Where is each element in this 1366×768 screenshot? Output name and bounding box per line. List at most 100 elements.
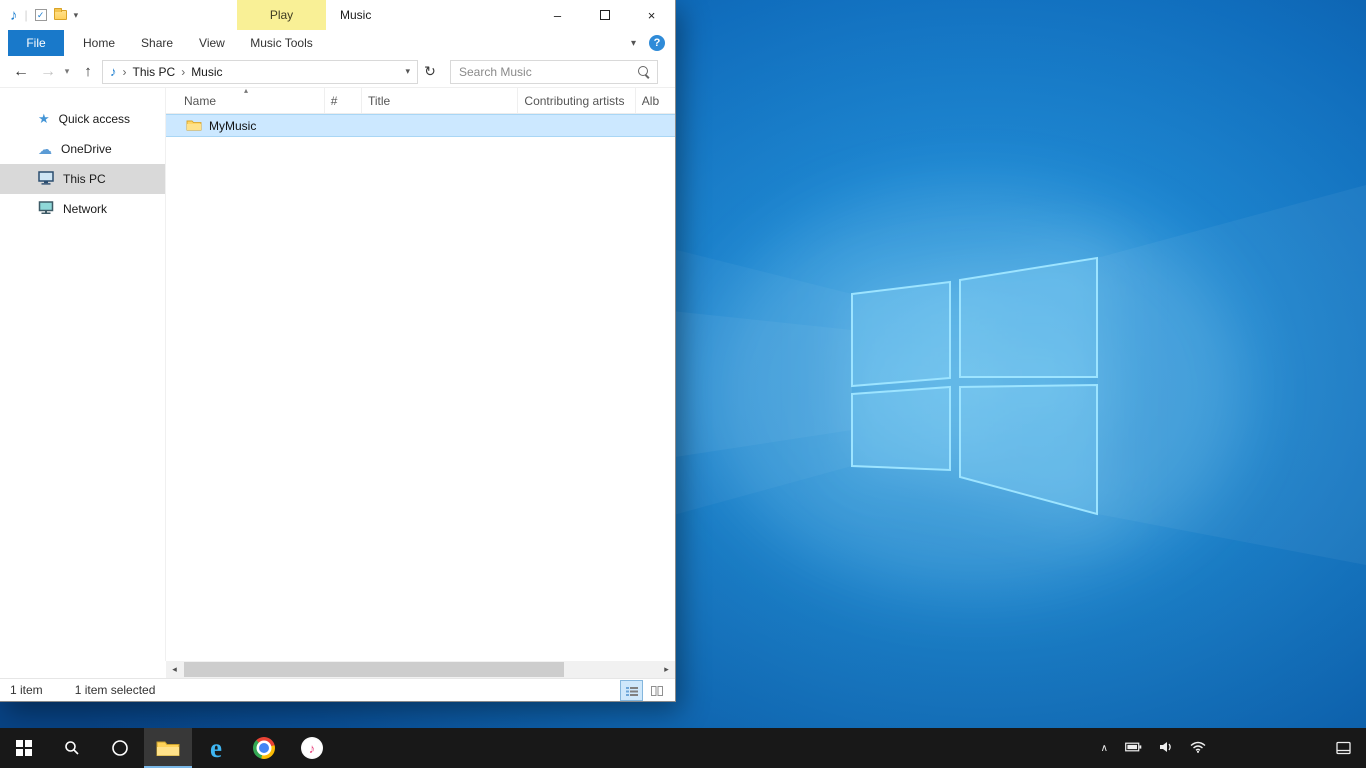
taskbar-chrome-button[interactable] [240, 728, 288, 768]
back-button[interactable]: ← [6, 63, 36, 81]
sidebar-item-label: This PC [63, 172, 106, 186]
folder-icon [186, 118, 202, 134]
taskbar-internet-explorer-button[interactable]: e [192, 728, 240, 768]
search-input[interactable] [451, 65, 637, 79]
scrollbar-thumb[interactable] [184, 662, 564, 677]
large-icons-view-button[interactable] [646, 681, 667, 700]
collapse-ribbon-chevron-icon[interactable]: ▾ [631, 38, 636, 49]
new-folder-button[interactable] [54, 10, 67, 20]
ribbon-tabs: File Home Share View Music Tools ▾ ? [0, 30, 675, 56]
network-icon [38, 201, 54, 218]
recent-locations-chevron-icon[interactable]: ▾ [60, 66, 74, 77]
computer-icon [38, 171, 54, 188]
breadcrumb-chevron-icon: › [120, 65, 130, 79]
tab-music-tools[interactable]: Music Tools [237, 30, 326, 56]
scroll-left-arrow[interactable]: ◂ [166, 661, 183, 678]
main-area: ★ Quick access ☁ OneDrive This PC Networ… [0, 88, 675, 661]
file-explorer-icon [156, 739, 180, 757]
cortana-circle-icon [111, 739, 129, 757]
search-icon [64, 740, 80, 756]
cortana-button[interactable] [96, 728, 144, 768]
file-name: MyMusic [209, 119, 256, 133]
onedrive-cloud-icon: ☁ [38, 141, 52, 158]
address-bar[interactable]: ♪ › This PC › Music ▾ [102, 60, 418, 84]
taskbar-file-explorer-button[interactable] [144, 728, 192, 768]
breadcrumb-this-pc[interactable]: This PC [130, 65, 179, 79]
details-view-button[interactable] [621, 681, 642, 700]
help-button[interactable]: ? [649, 35, 665, 51]
file-row-mymusic[interactable]: MyMusic [166, 114, 675, 137]
tab-file[interactable]: File [8, 30, 64, 56]
check-icon: ✓ [37, 11, 45, 20]
quick-access-star-icon: ★ [38, 111, 50, 127]
view-toggles [621, 679, 667, 702]
sidebar-item-onedrive[interactable]: ☁ OneDrive [0, 134, 165, 164]
minimize-button[interactable]: – [534, 0, 581, 30]
ribbon-right-controls: ▾ ? [631, 30, 665, 56]
tab-view[interactable]: View [186, 30, 238, 56]
tab-share[interactable]: Share [128, 30, 186, 56]
column-header-contributing-artists[interactable]: Contributing artists [518, 88, 635, 113]
qat-separator: | [25, 8, 28, 22]
breadcrumb-music[interactable]: Music [188, 65, 225, 79]
item-count: 1 item [10, 683, 43, 697]
window-controls: – × [534, 0, 675, 30]
status-bar: 1 item 1 item selected [0, 678, 675, 701]
column-header-title[interactable]: Title [362, 88, 518, 113]
quick-access-toolbar: ♪ | ✓ ▾ [10, 0, 78, 30]
file-explorer-window: ♪ | ✓ ▾ Play Music – × File Home Share V… [0, 0, 675, 701]
scroll-right-arrow[interactable]: ▸ [658, 661, 675, 678]
qat-dropdown-chevron-icon[interactable]: ▾ [74, 10, 79, 21]
system-tray: ∧ [1101, 728, 1206, 768]
network-wifi-icon[interactable] [1190, 741, 1206, 756]
help-icon: ? [654, 37, 661, 49]
navigation-pane: ★ Quick access ☁ OneDrive This PC Networ… [0, 88, 166, 661]
sidebar-item-quick-access[interactable]: ★ Quick access [0, 104, 165, 134]
taskbar: e ♪ ∧ [0, 728, 1366, 768]
taskbar-itunes-button[interactable]: ♪ [288, 728, 336, 768]
taskbar-search-button[interactable] [48, 728, 96, 768]
sidebar-item-label: Quick access [59, 112, 130, 126]
itunes-icon: ♪ [301, 737, 323, 759]
properties-button[interactable]: ✓ [35, 9, 47, 21]
title-bar: ♪ | ✓ ▾ Play Music – × [0, 0, 675, 30]
file-list-area: ▴ Name # Title Contributing artists Alb … [166, 88, 675, 661]
sidebar-item-label: OneDrive [61, 142, 112, 156]
windows-logo-icon [16, 740, 32, 756]
column-header-number[interactable]: # [325, 88, 362, 113]
window-title: Music [340, 0, 371, 30]
music-note-icon: ♪ [309, 741, 316, 756]
up-button[interactable]: ↑ [74, 63, 102, 80]
internet-explorer-icon: e [210, 735, 222, 762]
horizontal-scrollbar[interactable]: ◂ ▸ [166, 661, 675, 678]
battery-icon[interactable] [1125, 741, 1142, 755]
maximize-icon [600, 10, 610, 20]
breadcrumb-chevron-icon: › [178, 65, 188, 79]
address-toolbar: ← → ▾ ↑ ♪ › This PC › Music ▾ ↻ [0, 56, 675, 88]
sidebar-item-this-pc[interactable]: This PC [0, 164, 165, 194]
action-center-icon [1336, 741, 1352, 755]
volume-icon[interactable] [1159, 741, 1173, 756]
sidebar-item-network[interactable]: Network [0, 194, 165, 224]
contextual-group-play: Play [237, 0, 326, 30]
music-app-icon: ♪ [10, 7, 18, 24]
search-icon[interactable] [637, 65, 651, 79]
column-header-album[interactable]: Alb [636, 88, 675, 113]
maximize-button[interactable] [581, 0, 628, 30]
start-button[interactable] [0, 728, 48, 768]
ribbon-tab-strip: Home Share View [70, 30, 238, 56]
minimize-icon: – [554, 8, 561, 23]
address-music-icon: ♪ [110, 64, 117, 79]
sidebar-item-label: Network [63, 202, 107, 216]
close-button[interactable]: × [628, 0, 675, 30]
sort-ascending-icon: ▴ [244, 88, 248, 95]
forward-button[interactable]: → [36, 63, 60, 81]
close-icon: × [648, 8, 656, 23]
tab-home[interactable]: Home [70, 30, 128, 56]
show-hidden-icons-button[interactable]: ∧ [1101, 743, 1108, 754]
address-dropdown-chevron-icon[interactable]: ▾ [402, 66, 413, 77]
action-center-button[interactable] [1336, 728, 1352, 768]
column-headers: ▴ Name # Title Contributing artists Alb [166, 88, 675, 114]
search-box [450, 60, 658, 84]
refresh-button[interactable]: ↻ [418, 63, 442, 80]
